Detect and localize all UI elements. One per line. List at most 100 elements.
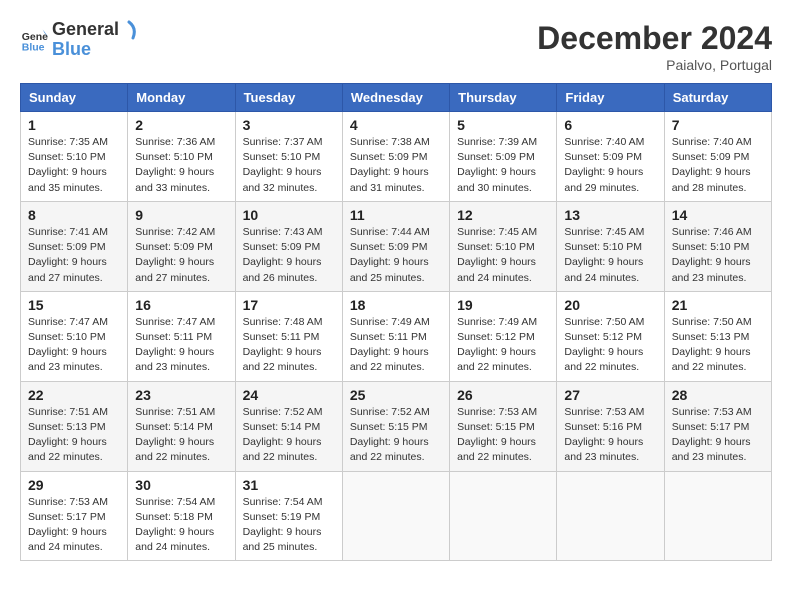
day-cell-2: 2 Sunrise: 7:36 AMSunset: 5:10 PMDayligh… xyxy=(128,112,235,202)
day-detail-18: Sunrise: 7:49 AMSunset: 5:11 PMDaylight:… xyxy=(350,316,430,374)
calendar-subtitle: Paialvo, Portugal xyxy=(537,57,772,73)
header-wednesday: Wednesday xyxy=(342,84,449,112)
day-number-10: 10 xyxy=(243,207,335,223)
day-number-30: 30 xyxy=(135,477,227,493)
day-detail-1: Sunrise: 7:35 AMSunset: 5:10 PMDaylight:… xyxy=(28,136,108,194)
empty-cell-4-5 xyxy=(557,471,664,561)
day-number-29: 29 xyxy=(28,477,120,493)
logo-icon: General Blue xyxy=(20,26,48,54)
day-cell-28: 28 Sunrise: 7:53 AMSunset: 5:17 PMDaylig… xyxy=(664,381,771,471)
day-number-24: 24 xyxy=(243,387,335,403)
day-cell-25: 25 Sunrise: 7:52 AMSunset: 5:15 PMDaylig… xyxy=(342,381,449,471)
week-row-5: 29 Sunrise: 7:53 AMSunset: 5:17 PMDaylig… xyxy=(21,471,772,561)
day-number-5: 5 xyxy=(457,117,549,133)
day-detail-25: Sunrise: 7:52 AMSunset: 5:15 PMDaylight:… xyxy=(350,406,430,464)
svg-text:Blue: Blue xyxy=(22,42,45,54)
empty-cell-4-4 xyxy=(450,471,557,561)
logo: General Blue General Blue xyxy=(20,20,139,60)
week-row-3: 15 Sunrise: 7:47 AMSunset: 5:10 PMDaylig… xyxy=(21,291,772,381)
header-monday: Monday xyxy=(128,84,235,112)
day-cell-7: 7 Sunrise: 7:40 AMSunset: 5:09 PMDayligh… xyxy=(664,112,771,202)
day-number-16: 16 xyxy=(135,297,227,313)
day-number-4: 4 xyxy=(350,117,442,133)
day-number-11: 11 xyxy=(350,207,442,223)
day-cell-17: 17 Sunrise: 7:48 AMSunset: 5:11 PMDaylig… xyxy=(235,291,342,381)
logo-text-block: General Blue xyxy=(52,20,139,60)
day-detail-10: Sunrise: 7:43 AMSunset: 5:09 PMDaylight:… xyxy=(243,226,323,284)
day-number-7: 7 xyxy=(672,117,764,133)
day-detail-12: Sunrise: 7:45 AMSunset: 5:10 PMDaylight:… xyxy=(457,226,537,284)
week-row-1: 1 Sunrise: 7:35 AMSunset: 5:10 PMDayligh… xyxy=(21,112,772,202)
day-cell-30: 30 Sunrise: 7:54 AMSunset: 5:18 PMDaylig… xyxy=(128,471,235,561)
day-detail-13: Sunrise: 7:45 AMSunset: 5:10 PMDaylight:… xyxy=(564,226,644,284)
day-number-6: 6 xyxy=(564,117,656,133)
day-detail-6: Sunrise: 7:40 AMSunset: 5:09 PMDaylight:… xyxy=(564,136,644,194)
header-tuesday: Tuesday xyxy=(235,84,342,112)
calendar-body: 1 Sunrise: 7:35 AMSunset: 5:10 PMDayligh… xyxy=(21,112,772,561)
empty-cell-4-3 xyxy=(342,471,449,561)
week-row-4: 22 Sunrise: 7:51 AMSunset: 5:13 PMDaylig… xyxy=(21,381,772,471)
day-cell-1: 1 Sunrise: 7:35 AMSunset: 5:10 PMDayligh… xyxy=(21,112,128,202)
logo-swoosh xyxy=(119,20,139,40)
day-number-23: 23 xyxy=(135,387,227,403)
day-number-28: 28 xyxy=(672,387,764,403)
day-cell-24: 24 Sunrise: 7:52 AMSunset: 5:14 PMDaylig… xyxy=(235,381,342,471)
page-header: General Blue General Blue December 2024 … xyxy=(20,20,772,73)
day-detail-8: Sunrise: 7:41 AMSunset: 5:09 PMDaylight:… xyxy=(28,226,108,284)
day-cell-18: 18 Sunrise: 7:49 AMSunset: 5:11 PMDaylig… xyxy=(342,291,449,381)
day-cell-10: 10 Sunrise: 7:43 AMSunset: 5:09 PMDaylig… xyxy=(235,201,342,291)
day-cell-27: 27 Sunrise: 7:53 AMSunset: 5:16 PMDaylig… xyxy=(557,381,664,471)
weekday-header-row: Sunday Monday Tuesday Wednesday Thursday… xyxy=(21,84,772,112)
day-detail-24: Sunrise: 7:52 AMSunset: 5:14 PMDaylight:… xyxy=(243,406,323,464)
day-number-1: 1 xyxy=(28,117,120,133)
day-detail-22: Sunrise: 7:51 AMSunset: 5:13 PMDaylight:… xyxy=(28,406,108,464)
day-detail-2: Sunrise: 7:36 AMSunset: 5:10 PMDaylight:… xyxy=(135,136,215,194)
day-number-9: 9 xyxy=(135,207,227,223)
day-detail-27: Sunrise: 7:53 AMSunset: 5:16 PMDaylight:… xyxy=(564,406,644,464)
day-cell-12: 12 Sunrise: 7:45 AMSunset: 5:10 PMDaylig… xyxy=(450,201,557,291)
day-number-17: 17 xyxy=(243,297,335,313)
day-detail-16: Sunrise: 7:47 AMSunset: 5:11 PMDaylight:… xyxy=(135,316,215,374)
day-cell-14: 14 Sunrise: 7:46 AMSunset: 5:10 PMDaylig… xyxy=(664,201,771,291)
header-friday: Friday xyxy=(557,84,664,112)
day-cell-13: 13 Sunrise: 7:45 AMSunset: 5:10 PMDaylig… xyxy=(557,201,664,291)
day-cell-11: 11 Sunrise: 7:44 AMSunset: 5:09 PMDaylig… xyxy=(342,201,449,291)
day-detail-3: Sunrise: 7:37 AMSunset: 5:10 PMDaylight:… xyxy=(243,136,323,194)
title-area: December 2024 Paialvo, Portugal xyxy=(537,20,772,73)
day-number-20: 20 xyxy=(564,297,656,313)
calendar-title: December 2024 xyxy=(537,20,772,57)
day-detail-14: Sunrise: 7:46 AMSunset: 5:10 PMDaylight:… xyxy=(672,226,752,284)
day-cell-23: 23 Sunrise: 7:51 AMSunset: 5:14 PMDaylig… xyxy=(128,381,235,471)
day-detail-28: Sunrise: 7:53 AMSunset: 5:17 PMDaylight:… xyxy=(672,406,752,464)
day-cell-21: 21 Sunrise: 7:50 AMSunset: 5:13 PMDaylig… xyxy=(664,291,771,381)
day-detail-20: Sunrise: 7:50 AMSunset: 5:12 PMDaylight:… xyxy=(564,316,644,374)
day-cell-31: 31 Sunrise: 7:54 AMSunset: 5:19 PMDaylig… xyxy=(235,471,342,561)
day-number-22: 22 xyxy=(28,387,120,403)
day-detail-19: Sunrise: 7:49 AMSunset: 5:12 PMDaylight:… xyxy=(457,316,537,374)
day-cell-15: 15 Sunrise: 7:47 AMSunset: 5:10 PMDaylig… xyxy=(21,291,128,381)
day-cell-22: 22 Sunrise: 7:51 AMSunset: 5:13 PMDaylig… xyxy=(21,381,128,471)
day-detail-26: Sunrise: 7:53 AMSunset: 5:15 PMDaylight:… xyxy=(457,406,537,464)
calendar-table: Sunday Monday Tuesday Wednesday Thursday… xyxy=(20,83,772,561)
calendar-header: Sunday Monday Tuesday Wednesday Thursday… xyxy=(21,84,772,112)
day-cell-29: 29 Sunrise: 7:53 AMSunset: 5:17 PMDaylig… xyxy=(21,471,128,561)
day-number-26: 26 xyxy=(457,387,549,403)
day-detail-29: Sunrise: 7:53 AMSunset: 5:17 PMDaylight:… xyxy=(28,496,108,554)
logo-blue: Blue xyxy=(52,39,91,59)
header-saturday: Saturday xyxy=(664,84,771,112)
day-number-14: 14 xyxy=(672,207,764,223)
week-row-2: 8 Sunrise: 7:41 AMSunset: 5:09 PMDayligh… xyxy=(21,201,772,291)
day-cell-20: 20 Sunrise: 7:50 AMSunset: 5:12 PMDaylig… xyxy=(557,291,664,381)
day-number-19: 19 xyxy=(457,297,549,313)
day-number-18: 18 xyxy=(350,297,442,313)
day-detail-7: Sunrise: 7:40 AMSunset: 5:09 PMDaylight:… xyxy=(672,136,752,194)
day-cell-9: 9 Sunrise: 7:42 AMSunset: 5:09 PMDayligh… xyxy=(128,201,235,291)
day-detail-9: Sunrise: 7:42 AMSunset: 5:09 PMDaylight:… xyxy=(135,226,215,284)
day-detail-5: Sunrise: 7:39 AMSunset: 5:09 PMDaylight:… xyxy=(457,136,537,194)
empty-cell-4-6 xyxy=(664,471,771,561)
day-detail-23: Sunrise: 7:51 AMSunset: 5:14 PMDaylight:… xyxy=(135,406,215,464)
day-detail-4: Sunrise: 7:38 AMSunset: 5:09 PMDaylight:… xyxy=(350,136,430,194)
day-number-8: 8 xyxy=(28,207,120,223)
day-number-15: 15 xyxy=(28,297,120,313)
day-number-25: 25 xyxy=(350,387,442,403)
